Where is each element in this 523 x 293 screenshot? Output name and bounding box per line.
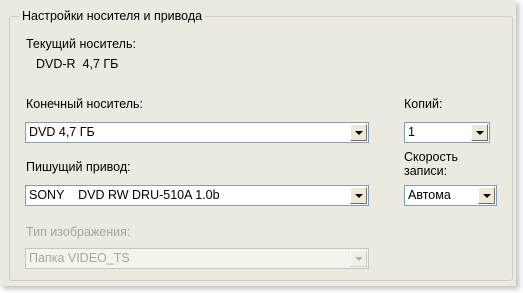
target-media-dropdown[interactable]: DVD 4,7 ГБ xyxy=(25,122,369,143)
write-speed-label-line2: записи: xyxy=(404,164,448,178)
image-type-label: Тип изображения: xyxy=(26,225,131,239)
settings-groupbox xyxy=(9,16,513,281)
write-speed-dropdown[interactable]: Автома xyxy=(404,185,497,206)
writer-drive-value: SONY DVD RW DRU-510A 1.0b xyxy=(29,188,220,202)
writer-drive-dropdown[interactable]: SONY DVD RW DRU-510A 1.0b xyxy=(25,185,369,206)
writer-drive-label: Пишущий привод: xyxy=(26,160,131,174)
current-media-label: Текущий носитель: xyxy=(26,37,136,51)
target-media-value: DVD 4,7 ГБ xyxy=(29,125,95,139)
image-type-dropdown: Папка VIDEO_TS xyxy=(25,248,369,269)
write-speed-label-line1: Скорость xyxy=(404,150,458,164)
copies-value: 1 xyxy=(408,125,415,139)
chevron-down-icon[interactable] xyxy=(478,187,495,204)
media-drive-settings-panel: Настройки носителя и привода Текущий нос… xyxy=(0,0,516,286)
image-type-value: Папка VIDEO_TS xyxy=(29,251,130,265)
current-media-value: DVD-R 4,7 ГБ xyxy=(36,57,119,71)
groupbox-title: Настройки носителя и привода xyxy=(19,9,206,23)
target-media-label: Конечный носитель: xyxy=(26,97,144,111)
chevron-down-icon[interactable] xyxy=(350,124,367,141)
chevron-down-icon xyxy=(350,250,367,267)
chevron-down-icon[interactable] xyxy=(471,124,488,141)
chevron-down-icon[interactable] xyxy=(350,187,367,204)
write-speed-value: Автома xyxy=(408,188,451,202)
copies-label: Копий: xyxy=(404,97,443,111)
copies-dropdown[interactable]: 1 xyxy=(404,122,490,143)
